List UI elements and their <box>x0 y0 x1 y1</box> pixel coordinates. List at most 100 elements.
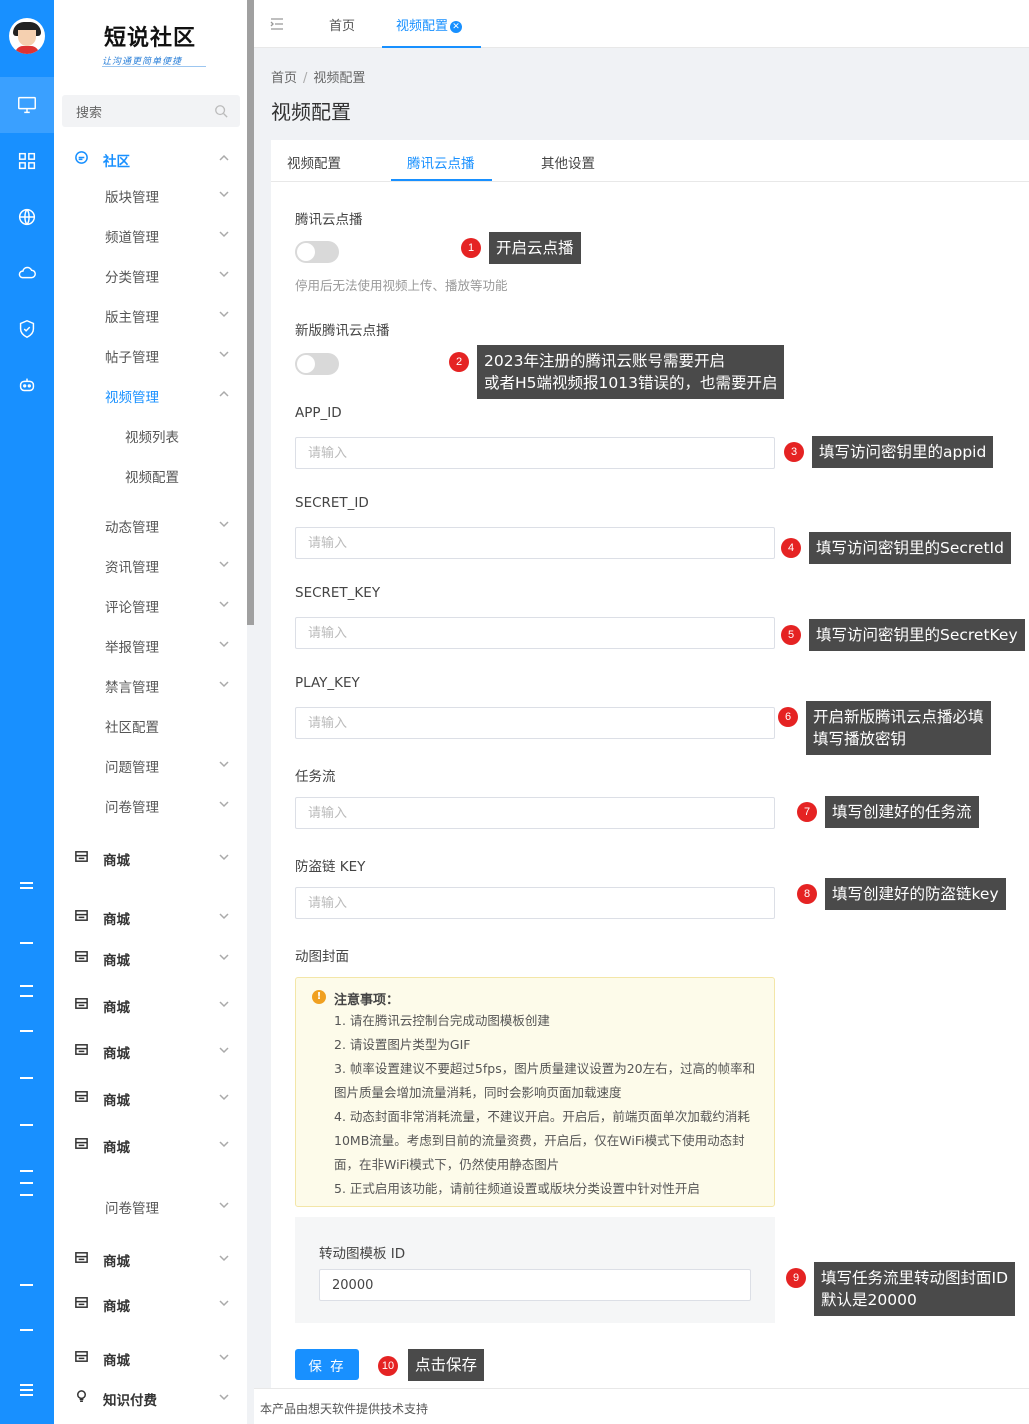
fold-menu-icon[interactable] <box>270 17 284 31</box>
sidebar-group-shop[interactable]: 商城 <box>54 837 247 877</box>
sidebar-search[interactable]: 搜索 <box>62 95 240 127</box>
notice-line: 5. 正式启用该功能，请前往频道设置或版块分类设置中针对性开启 <box>334 1181 700 1196</box>
sidebar-group-shop[interactable]: 商城 <box>54 984 247 1024</box>
anti-leech-input[interactable] <box>295 887 775 919</box>
secret-key-label: SECRET_KEY <box>295 585 381 601</box>
avatar[interactable] <box>9 18 45 54</box>
chevron-down-icon <box>218 951 230 963</box>
sidebar-item[interactable]: 动态管理 <box>54 504 247 544</box>
callout-number-badge: 9 <box>786 1268 806 1288</box>
globe-icon[interactable] <box>0 189 54 245</box>
sidebar-item-label: 问题管理 <box>105 760 159 776</box>
menu-lines-icon[interactable] <box>20 882 33 884</box>
sidebar-item-label: 帖子管理 <box>105 350 159 366</box>
sidebar-group-community[interactable]: 社区 <box>54 138 247 178</box>
sidebar-group-shop[interactable]: 商城 <box>54 1283 247 1323</box>
sidebar-group-shop[interactable]: 商城 <box>54 937 247 977</box>
new-vod-toggle[interactable] <box>295 353 339 375</box>
sidebar-item[interactable]: 视频管理 <box>54 374 247 414</box>
sidebar-item[interactable]: 问卷管理 <box>54 784 247 824</box>
app-id-input[interactable] <box>295 437 775 469</box>
close-icon[interactable]: ✕ <box>450 21 463 33</box>
sidebar-group-shop[interactable]: 商城 <box>54 1077 247 1117</box>
sidebar-item-label: 评论管理 <box>105 600 159 616</box>
sidebar-item[interactable]: 帖子管理 <box>54 334 247 374</box>
tab-home[interactable]: 首页 <box>329 15 355 34</box>
sidebar-group-knowledge[interactable]: 知识付费 <box>54 1377 247 1417</box>
sidebar-item[interactable]: 问题管理 <box>54 744 247 784</box>
callout-note: 填写访问密钥里的appid <box>812 436 994 468</box>
save-button[interactable]: 保 存 <box>295 1349 359 1380</box>
sidebar-item[interactable]: 版块管理 <box>54 174 247 214</box>
search-label: 搜索 <box>76 106 103 121</box>
breadcrumb-home[interactable]: 首页 <box>271 71 297 86</box>
store-icon <box>74 1295 89 1310</box>
sidebar-group-label: 商城 <box>103 1046 130 1062</box>
task-flow-input[interactable] <box>295 797 775 829</box>
secret-key-input[interactable] <box>295 617 775 649</box>
robot-icon[interactable] <box>0 357 54 413</box>
sidebar-item[interactable]: 社区配置 <box>54 704 247 744</box>
chevron-down-icon <box>218 638 230 650</box>
chevron-down-icon <box>218 758 230 770</box>
sidebar-item-label: 视频配置 <box>125 470 179 486</box>
notice-line: 3. 帧率设置建议不要超过5fps，图片质量建议设置为20左右，过高的帧率和图片… <box>334 1061 756 1100</box>
tab-video-config[interactable]: 视频配置 ✕ <box>396 15 463 34</box>
sidebar-group-shop[interactable]: 商城 <box>54 1124 247 1164</box>
play-key-label: PLAY_KEY <box>295 675 360 691</box>
cloud-icon[interactable] <box>0 245 54 301</box>
chevron-down-icon <box>218 1252 230 1264</box>
callout-number-badge: 7 <box>797 802 817 822</box>
sidebar-item[interactable]: 举报管理 <box>54 624 247 664</box>
sidebar-item-label: 问卷管理 <box>105 800 159 816</box>
store-icon <box>74 908 89 923</box>
vod-toggle[interactable] <box>295 241 339 263</box>
notice-line: 1. 请在腾讯云控制台完成动图模板创建 <box>334 1013 550 1028</box>
store-icon <box>74 949 89 964</box>
sidebar-group-label: 知识付费 <box>103 1393 157 1409</box>
secret-id-input[interactable] <box>295 527 775 559</box>
sidebar-group-shop[interactable]: 商城 <box>54 896 247 936</box>
tab-video-settings[interactable]: 视频配置 <box>287 152 341 172</box>
sidebar-item[interactable]: 禁言管理 <box>54 664 247 704</box>
sidebar-item[interactable]: 频道管理 <box>54 214 247 254</box>
sidebar-scrollbar[interactable] <box>247 0 254 625</box>
footer-text: 本产品由想天软件提供技术支持 <box>260 1402 429 1416</box>
shield-check-icon[interactable] <box>0 301 54 357</box>
store-icon <box>74 996 89 1011</box>
sidebar-item[interactable]: 分类管理 <box>54 254 247 294</box>
sidebar-group-shop[interactable]: 商城 <box>54 1030 247 1070</box>
notice-line: 2. 请设置图片类型为GIF <box>334 1037 471 1052</box>
callout-note: 填写访问密钥里的SecretId <box>809 532 1011 564</box>
sidebar-group-shop[interactable]: 商城 <box>54 1337 247 1377</box>
sidebar-item[interactable]: 版主管理 <box>54 294 247 334</box>
sidebar-item-video-config[interactable]: 视频配置 <box>54 454 247 494</box>
brand-underline <box>102 66 206 67</box>
apps-grid-icon[interactable] <box>0 133 54 189</box>
play-key-input[interactable] <box>295 707 775 739</box>
chevron-down-icon <box>218 851 230 863</box>
gif-template-box: 转动图模板 ID <box>295 1217 775 1323</box>
tab-other-settings[interactable]: 其他设置 <box>541 152 595 172</box>
vod-hint: 停用后无法使用视频上传、播放等功能 <box>295 278 508 293</box>
sidebar-item[interactable]: 评论管理 <box>54 584 247 624</box>
sidebar-item-video-list[interactable]: 视频列表 <box>54 414 247 454</box>
tab-label: 视频配置 <box>396 19 449 34</box>
sidebar-item-label: 问卷管理 <box>105 1201 159 1217</box>
callout-note: 填写访问密钥里的SecretKey <box>809 619 1025 651</box>
sidebar-item-questionnaire[interactable]: 问卷管理 <box>54 1185 247 1225</box>
template-id-input[interactable] <box>319 1269 751 1301</box>
store-icon <box>74 1089 89 1104</box>
chevron-down-icon <box>218 1091 230 1103</box>
sidebar-item-label: 频道管理 <box>105 230 159 246</box>
template-id-label: 转动图模板 ID <box>319 1246 406 1262</box>
sidebar-group-shop[interactable]: 商城 <box>54 1238 247 1278</box>
callout-number-badge: 1 <box>461 238 481 258</box>
tab-tencent-vod[interactable]: 腾讯云点播 <box>407 152 475 172</box>
store-icon <box>74 849 89 864</box>
sidebar-item[interactable]: 资讯管理 <box>54 544 247 584</box>
callout-number-badge: 8 <box>797 884 817 904</box>
callout-number-badge: 4 <box>781 538 801 558</box>
monitor-icon[interactable] <box>0 77 54 133</box>
callout-number-badge: 2 <box>449 352 469 372</box>
